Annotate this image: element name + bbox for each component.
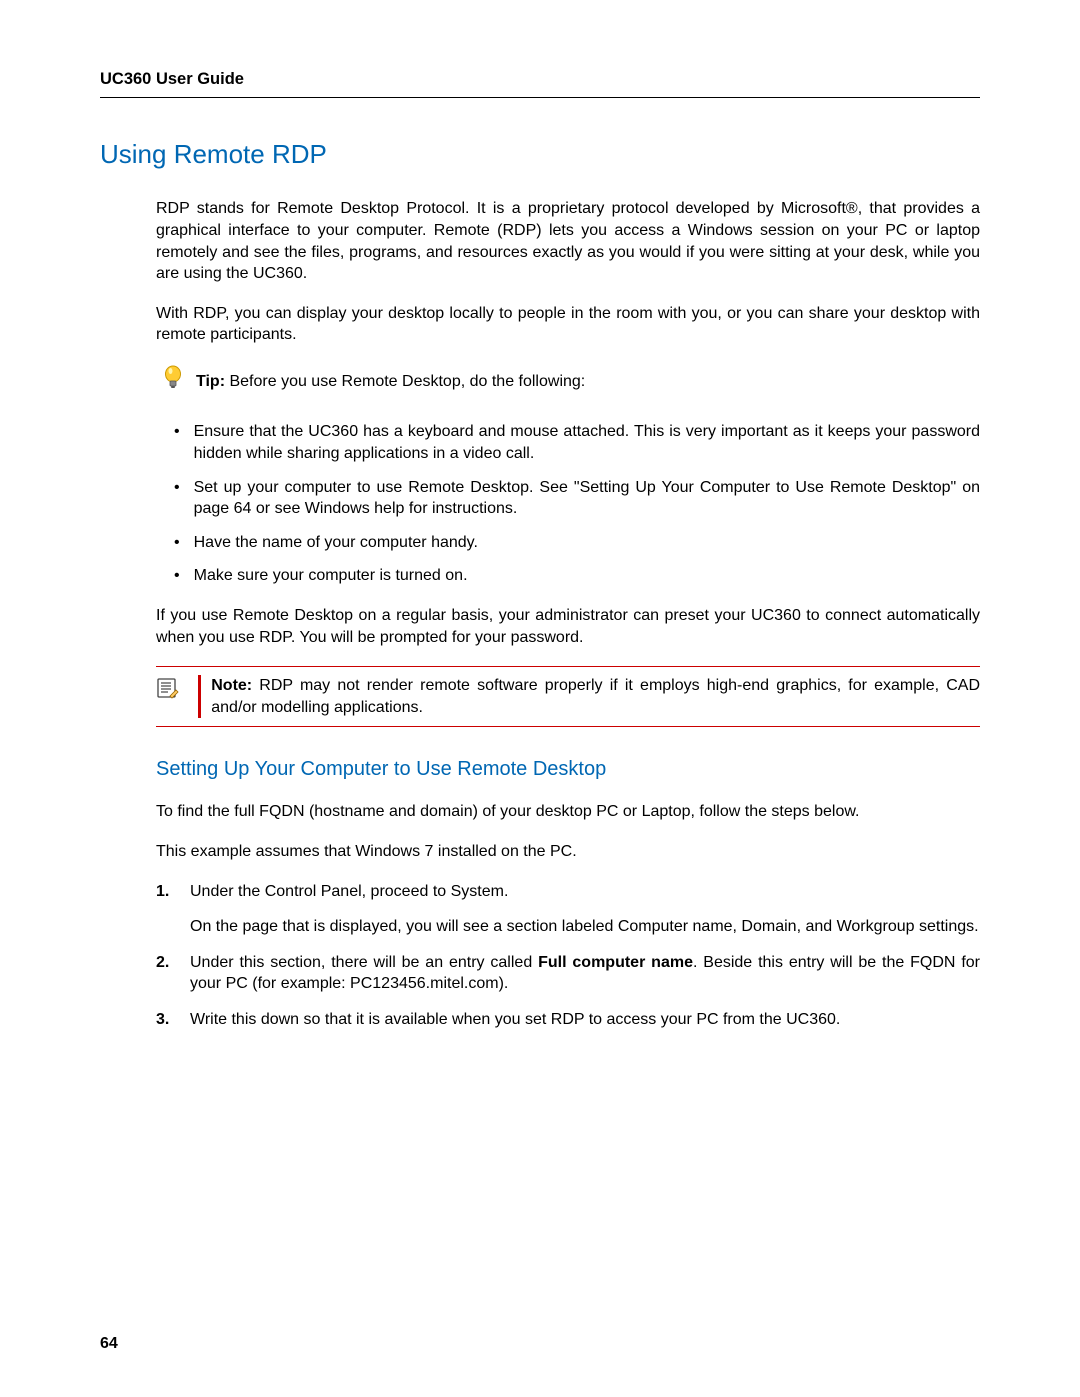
list-item: Have the name of your computer handy.	[174, 532, 980, 554]
note-text: Note: RDP may not render remote software…	[211, 675, 980, 718]
paragraph: If you use Remote Desktop on a regular b…	[156, 605, 980, 648]
list-item: Under this section, there will be an ent…	[156, 952, 980, 995]
list-text: Ensure that the UC360 has a keyboard and…	[194, 421, 980, 464]
lightbulb-icon	[162, 364, 184, 399]
step-text-bold: Full computer name	[538, 954, 693, 971]
step-text: Write this down so that it is available …	[190, 1011, 840, 1028]
list-item: Write this down so that it is available …	[156, 1009, 980, 1031]
paragraph: RDP stands for Remote Desktop Protocol. …	[156, 198, 980, 284]
list-item: Set up your computer to use Remote Deskt…	[174, 477, 980, 520]
tip-label: Tip:	[196, 373, 225, 390]
paragraph: With RDP, you can display your desktop l…	[156, 303, 980, 346]
list-item: Make sure your computer is turned on.	[174, 565, 980, 587]
subsection-heading: Setting Up Your Computer to Use Remote D…	[156, 755, 980, 783]
numbered-list: Under the Control Panel, proceed to Syst…	[156, 881, 980, 1031]
paragraph: To find the full FQDN (hostname and doma…	[156, 801, 980, 823]
section-heading: Using Remote RDP	[100, 136, 980, 172]
paragraph: This example assumes that Windows 7 inst…	[156, 841, 980, 863]
note-red-bar	[198, 675, 201, 718]
list-item: Under the Control Panel, proceed to Syst…	[156, 881, 980, 938]
body-content: RDP stands for Remote Desktop Protocol. …	[100, 198, 980, 1030]
list-item: Ensure that the UC360 has a keyboard and…	[174, 421, 980, 464]
step-subtext: On the page that is displayed, you will …	[190, 916, 979, 938]
tip-body: Before you use Remote Desktop, do the fo…	[225, 373, 585, 390]
tip-callout: Tip: Before you use Remote Desktop, do t…	[162, 364, 980, 399]
tip-text: Tip: Before you use Remote Desktop, do t…	[196, 371, 585, 393]
note-label: Note:	[211, 677, 252, 694]
note-body: RDP may not render remote software prope…	[211, 677, 980, 716]
note-icon	[156, 676, 180, 707]
page-number: 64	[100, 1333, 118, 1355]
list-text: Set up your computer to use Remote Deskt…	[194, 477, 980, 520]
list-text: Make sure your computer is turned on.	[194, 565, 468, 587]
running-header: UC360 User Guide	[100, 68, 980, 98]
list-text: Have the name of your computer handy.	[194, 532, 478, 554]
step-text-pre: Under this section, there will be an ent…	[190, 954, 538, 971]
step-text: Under the Control Panel, proceed to Syst…	[190, 883, 508, 900]
bullet-list: Ensure that the UC360 has a keyboard and…	[174, 421, 980, 587]
note-callout: Note: RDP may not render remote software…	[156, 666, 980, 727]
